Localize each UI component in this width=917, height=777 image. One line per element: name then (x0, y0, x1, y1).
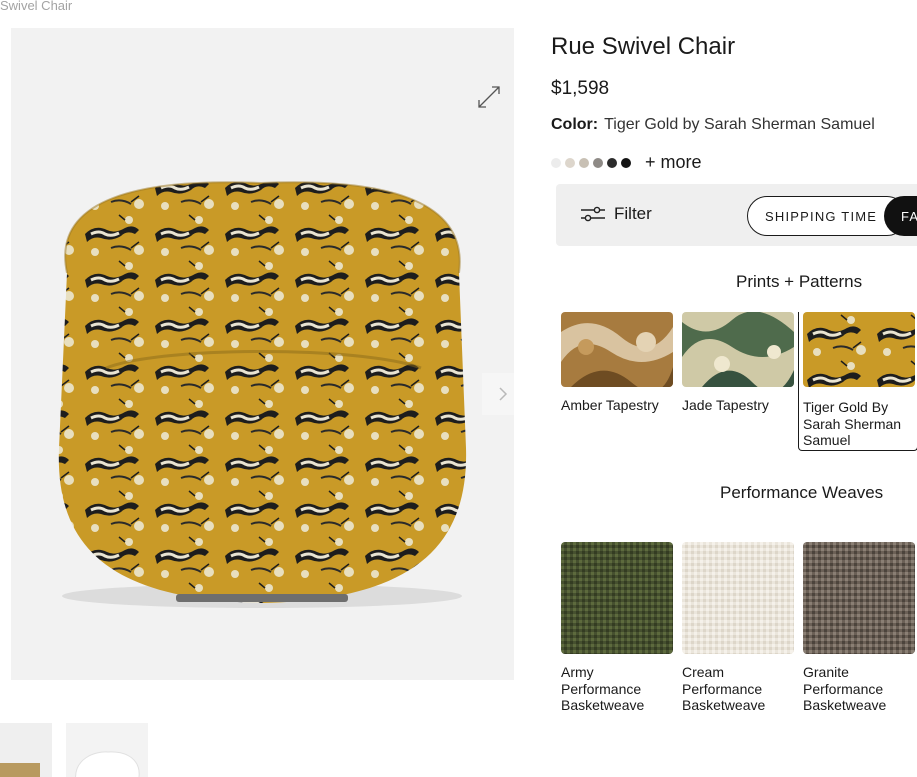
chevron-right-icon (499, 387, 508, 401)
product-hero-image[interactable] (11, 28, 514, 680)
shipping-time-filter-pill[interactable]: SHIPPING TIME (747, 196, 907, 236)
fabric-name: Cream Performance Basketweave (682, 664, 766, 713)
product-title: Rue Swivel Chair (551, 33, 736, 60)
gallery-thumbnail[interactable] (0, 723, 52, 777)
color-selection: Color: Tiger Gold by Sarah Sherman Samuel (551, 116, 875, 134)
color-dot[interactable] (579, 157, 589, 168)
fabric-swatch (682, 312, 794, 387)
fabric-swatch (682, 542, 794, 654)
fabric-option[interactable]: Amber Tapestry (561, 312, 673, 414)
fabric-filter-pill[interactable]: FA (884, 196, 917, 236)
color-dot[interactable] (551, 157, 561, 168)
fabric-option[interactable]: Army Performance Basketweave (561, 542, 673, 714)
fabric-option-selected[interactable]: Tiger Gold By Sarah Sherman Samuel (798, 312, 917, 451)
breadcrumb[interactable]: Swivel Chair (0, 0, 72, 13)
filter-button[interactable]: Filter (580, 204, 652, 224)
next-image-button[interactable] (482, 373, 514, 415)
color-dot[interactable] (607, 157, 617, 168)
fabric-name: Jade Tapestry (682, 397, 769, 413)
thumbnail-image (0, 723, 52, 777)
gallery-thumbnail[interactable] (66, 723, 148, 777)
chair-image (58, 181, 467, 608)
filter-sliders-icon (581, 206, 605, 222)
fabric-swatch (561, 312, 673, 387)
expand-icon[interactable] (474, 82, 504, 112)
thumbnail-image (66, 723, 148, 777)
fabric-option[interactable]: Jade Tapestry (682, 312, 794, 414)
color-dot[interactable] (565, 157, 575, 168)
color-dot[interactable] (621, 157, 631, 168)
fabric-name: Army Performance Basketweave (561, 664, 645, 713)
more-colors-link[interactable]: + more (645, 152, 702, 173)
color-swatch-row: + more (551, 152, 702, 173)
fabric-option[interactable]: Granite Performance Basketweave (803, 542, 915, 714)
fabric-swatch (803, 312, 915, 387)
fabric-swatch (561, 542, 673, 654)
fabric-name: Amber Tapestry (561, 397, 659, 413)
section-heading-performance-weaves: Performance Weaves (720, 483, 884, 502)
fabric-swatch (803, 542, 915, 654)
filter-bar: Filter SHIPPING TIME FA (556, 184, 917, 246)
section-heading-prints: Prints + Patterns (736, 272, 863, 291)
filter-label: Filter (614, 204, 652, 223)
product-price: $1,598 (551, 78, 610, 99)
color-label: Color: (551, 116, 599, 133)
color-dot[interactable] (593, 157, 603, 168)
fabric-name: Granite Performance Basketweave (803, 664, 887, 713)
color-value: Tiger Gold by Sarah Sherman Samuel (604, 116, 875, 133)
fabric-name: Tiger Gold By Sarah Sherman Samuel (803, 399, 902, 448)
fabric-option[interactable]: Cream Performance Basketweave (682, 542, 794, 714)
